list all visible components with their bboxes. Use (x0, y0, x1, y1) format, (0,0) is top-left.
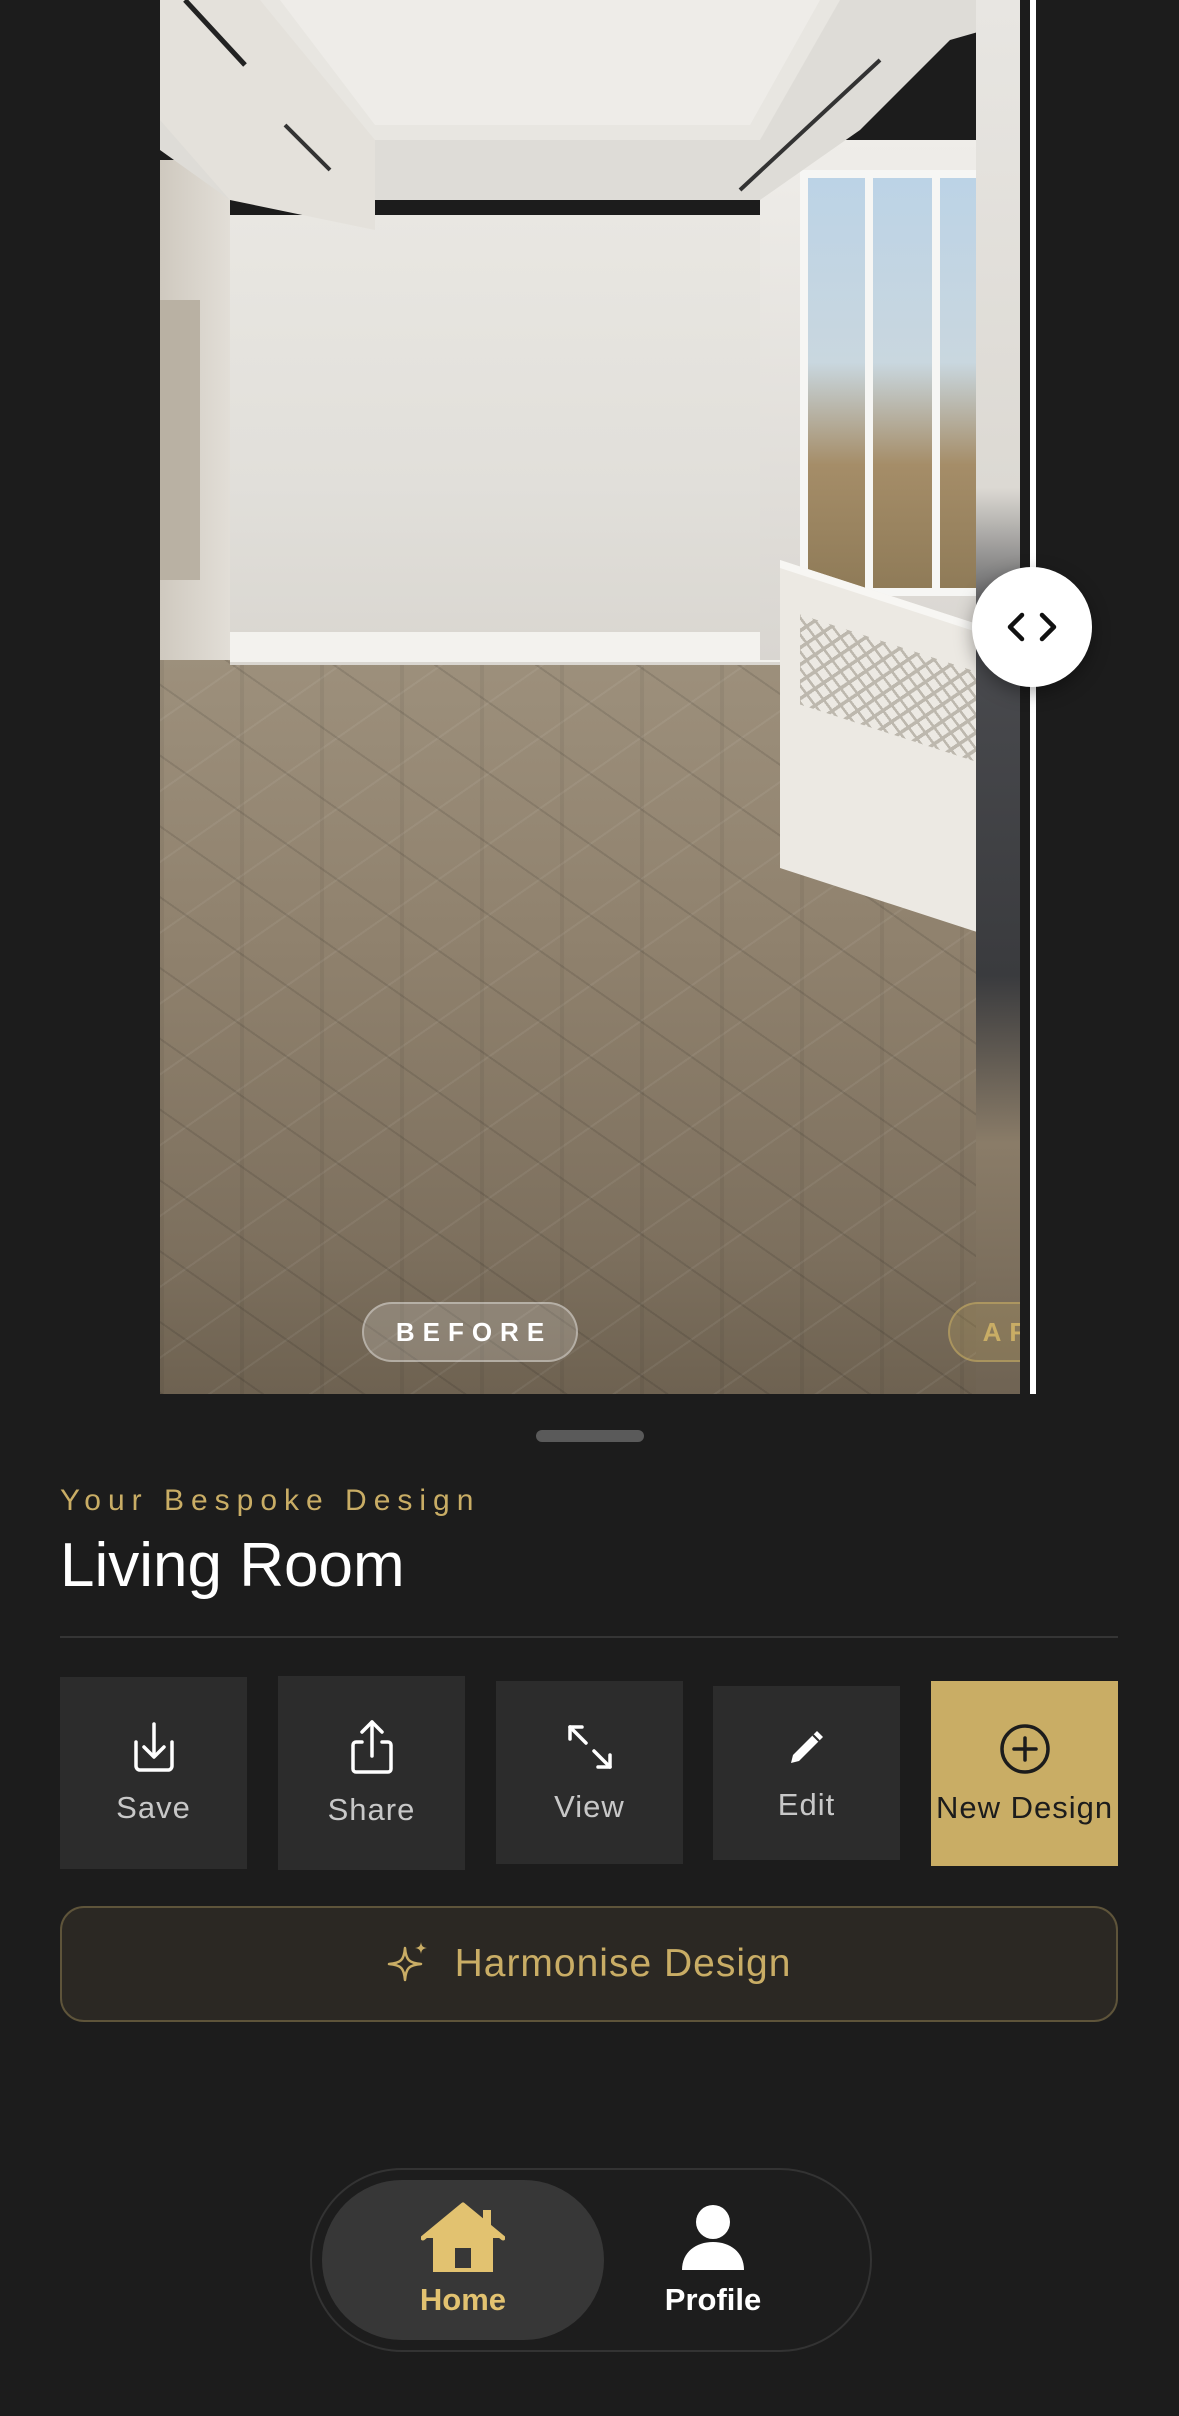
divider (60, 1636, 1118, 1638)
share-button[interactable]: Share (278, 1676, 465, 1870)
new-design-button[interactable]: New Design (931, 1681, 1118, 1866)
new-design-label: New Design (935, 1789, 1114, 1825)
share-label: Share (327, 1792, 416, 1827)
sheet-grabber[interactable] (536, 1430, 644, 1442)
plus-circle-icon (999, 1723, 1050, 1774)
edit-button[interactable]: Edit (713, 1686, 900, 1860)
room-photo (160, 0, 1020, 1394)
save-button[interactable]: Save (60, 1677, 247, 1869)
before-label: BEFORE (362, 1302, 578, 1362)
expand-icon (567, 1724, 612, 1769)
compare-divider[interactable] (1030, 0, 1036, 1394)
tab-home[interactable]: Home (322, 2180, 604, 2340)
view-label: View (554, 1788, 625, 1824)
edit-label: Edit (777, 1787, 836, 1822)
download-icon (133, 1722, 174, 1772)
home-icon (421, 2202, 505, 2272)
before-after-comparison[interactable]: BEFORE AFTER (160, 0, 1020, 1394)
after-image-preview (976, 0, 1020, 1394)
tab-home-label: Home (419, 2282, 507, 2317)
chevrons-left-right-icon (1007, 612, 1057, 642)
page-title: Living Room (60, 1531, 405, 1600)
person-icon (682, 2205, 744, 2270)
design-eyebrow: Your Bespoke Design (60, 1484, 481, 1517)
save-label: Save (116, 1790, 191, 1825)
tab-profile-label: Profile (664, 2282, 762, 2317)
share-icon (350, 1720, 393, 1774)
tab-profile[interactable]: Profile (572, 2180, 854, 2340)
harmonise-label: Harmonise Design (454, 1942, 792, 1985)
bottom-tab-bar: Home Profile (310, 2168, 872, 2352)
compare-slider-handle[interactable] (972, 567, 1092, 687)
pencil-icon (790, 1731, 823, 1763)
harmonise-design-button[interactable]: Harmonise Design (60, 1906, 1118, 2022)
sparkle-icon (387, 1942, 427, 1982)
after-label: AFTER (948, 1302, 1020, 1362)
view-button[interactable]: View (496, 1681, 683, 1864)
